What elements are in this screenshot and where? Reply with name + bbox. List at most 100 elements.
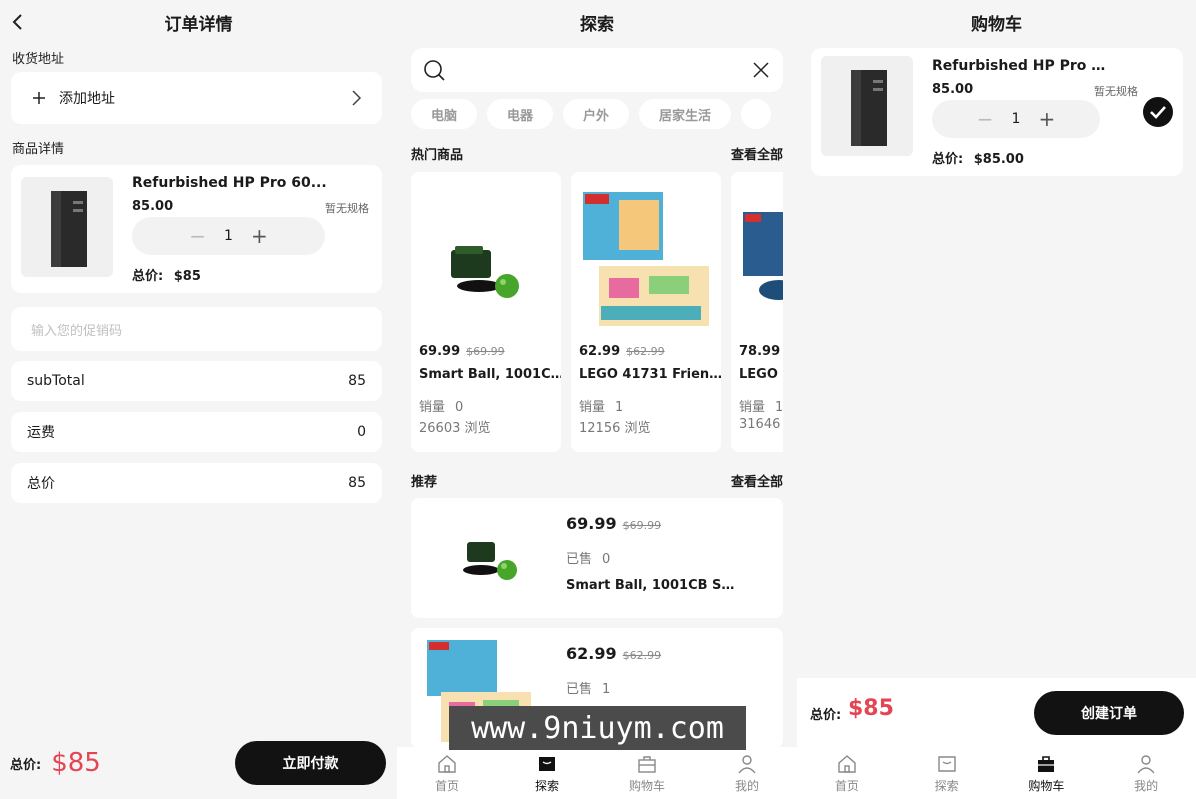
explore-screen: 探索 电脑 电器 户外 居家生活 热门商品 查看全部 69.99 $69.99 S… [397, 0, 797, 799]
cart-item-spec: 暂无规格 [1094, 85, 1138, 98]
tab-home[interactable]: 首页 [797, 747, 897, 799]
cart-icon [638, 755, 656, 773]
bottom-total-label: 总价: [810, 708, 842, 723]
cart-header: 购物车 [797, 0, 1196, 44]
price-current: 62.99 [566, 644, 617, 663]
promo-code-input[interactable]: 输入您的促销码 [11, 307, 382, 351]
total-label: 总价: [132, 269, 164, 284]
explore-icon [539, 756, 555, 771]
page-title: 购物车 [971, 14, 1022, 35]
bottom-tab-bar: 首页 探索 购物车 我的 [397, 747, 797, 799]
hot-products-scroller[interactable]: 69.99 $69.99 Smart Ball, 1001CB ... 销量 0 2… [411, 0, 783, 460]
hot-price: 62.99 $62.99 [579, 344, 665, 359]
recommend-name: Smart Ball, 1001CB So... [566, 578, 741, 593]
tab-home[interactable]: 首页 [397, 747, 497, 799]
bottom-total-label: 总价: [10, 757, 42, 773]
tab-label: 购物车 [628, 778, 665, 793]
sales-value: 1 [615, 400, 624, 415]
hot-views: 26603 浏览 [419, 421, 491, 436]
hot-views: 12156 浏览 [579, 421, 651, 436]
total-label: 总价: [932, 152, 964, 167]
hot-product-card[interactable]: 78.99 LEGO 销量 1 31646 [731, 172, 783, 452]
total-value: $85 [173, 269, 201, 284]
chevron-right-icon [352, 90, 362, 106]
tab-label: 我的 [1134, 778, 1159, 793]
price-current: 69.99 [419, 344, 461, 359]
hot-sales: 销量 1 [579, 396, 623, 415]
sales-label: 销量 [579, 400, 606, 415]
back-arrow-icon[interactable] [8, 12, 28, 32]
minus-button[interactable]: − [189, 226, 206, 246]
product-spec: 暂无规格 [325, 202, 369, 215]
hot-sales: 销量 0 [419, 396, 463, 415]
hot-product-card[interactable]: 69.99 $69.99 Smart Ball, 1001CB ... 销量 0 2… [411, 172, 561, 452]
order-product-card: Refurbished HP Pro 60... 85.00 暂无规格 − 1 … [11, 165, 382, 293]
summary-value: 85 [348, 373, 366, 389]
tab-explore[interactable]: 探索 [497, 747, 597, 799]
watermark: www.9niuym.com [449, 706, 746, 750]
price-current: 62.99 [579, 344, 621, 359]
plus-button[interactable]: + [251, 226, 268, 246]
sales-label: 销量 [739, 400, 766, 415]
hot-price: 69.99 $69.99 [419, 344, 505, 359]
order-detail-screen: 订单详情 收货地址 添加地址 商品详情 Refurbished HP Pro 6… [0, 0, 397, 799]
checkmark-icon[interactable] [1142, 96, 1174, 128]
price-old: $69.99 [622, 519, 662, 532]
home-icon [838, 754, 856, 773]
hot-price: 78.99 [739, 344, 780, 359]
tab-cart[interactable]: 购物车 [597, 747, 697, 799]
sales-value: 1 [775, 400, 783, 415]
product-image [21, 177, 113, 277]
cart-item-price: 85.00 [932, 82, 974, 97]
minus-button[interactable]: − [977, 109, 994, 129]
tab-label: 探索 [534, 778, 559, 793]
tab-label: 探索 [934, 778, 959, 793]
tab-label: 购物车 [1028, 778, 1065, 793]
product-image [583, 192, 709, 326]
recommend-product-card[interactable]: 69.99 $69.99 已售 0 Smart Ball, 1001CB So... [411, 498, 783, 618]
recommend-view-all-link[interactable]: 查看全部 [731, 471, 783, 490]
plus-button[interactable]: + [1038, 109, 1055, 129]
product-image [451, 246, 519, 298]
tab-profile[interactable]: 我的 [1096, 747, 1196, 799]
sales-label: 销量 [419, 400, 446, 415]
quantity-stepper: − 1 + [132, 217, 325, 255]
create-order-button[interactable]: 创建订单 [1034, 691, 1184, 735]
add-address-row[interactable]: 添加地址 [11, 72, 382, 124]
hot-name: LEGO [739, 367, 778, 382]
pay-now-button[interactable]: 立即付款 [235, 741, 386, 785]
address-section-label: 收货地址 [12, 52, 65, 67]
promo-placeholder: 输入您的促销码 [31, 323, 123, 339]
price-current: 78.99 [739, 344, 781, 359]
hot-product-card[interactable]: 62.99 $62.99 LEGO 41731 Friends... 销量 1 12… [571, 172, 721, 452]
tab-profile[interactable]: 我的 [697, 747, 797, 799]
price-old: $69.99 [466, 345, 505, 358]
cart-item-name: Refurbished HP Pro 60... [932, 58, 1112, 74]
sold-value: 1 [602, 682, 611, 697]
home-icon [438, 754, 456, 773]
product-name: Refurbished HP Pro 60... [132, 175, 327, 191]
product-price: 85.00 [132, 199, 174, 214]
sold-label: 已售 [566, 552, 593, 567]
cart-icon [1038, 755, 1055, 772]
tab-label: 我的 [734, 778, 759, 793]
price-old: $62.99 [626, 345, 665, 358]
product-image [821, 56, 913, 156]
user-icon [738, 754, 756, 773]
summary-shipping-row: 运费 0 [11, 412, 382, 452]
bottom-total-value: $85 [51, 748, 101, 778]
hot-name: LEGO 41731 Friends... [579, 367, 721, 382]
tab-cart[interactable]: 购物车 [997, 747, 1097, 799]
tab-label: 首页 [834, 778, 859, 793]
hot-views: 31646 [739, 417, 781, 432]
summary-label: 总价 [27, 476, 55, 492]
summary-value: 0 [357, 424, 366, 440]
recommend-price: 62.99 $62.99 [566, 644, 661, 663]
product-image [463, 542, 517, 580]
product-total: 总价: $85 [132, 265, 201, 284]
summary-total-row: 总价 85 [11, 463, 382, 503]
tab-explore[interactable]: 探索 [897, 747, 997, 799]
total-value: $85.00 [973, 152, 1024, 167]
page-title: 订单详情 [164, 14, 233, 35]
quantity-value: 1 [224, 228, 233, 244]
